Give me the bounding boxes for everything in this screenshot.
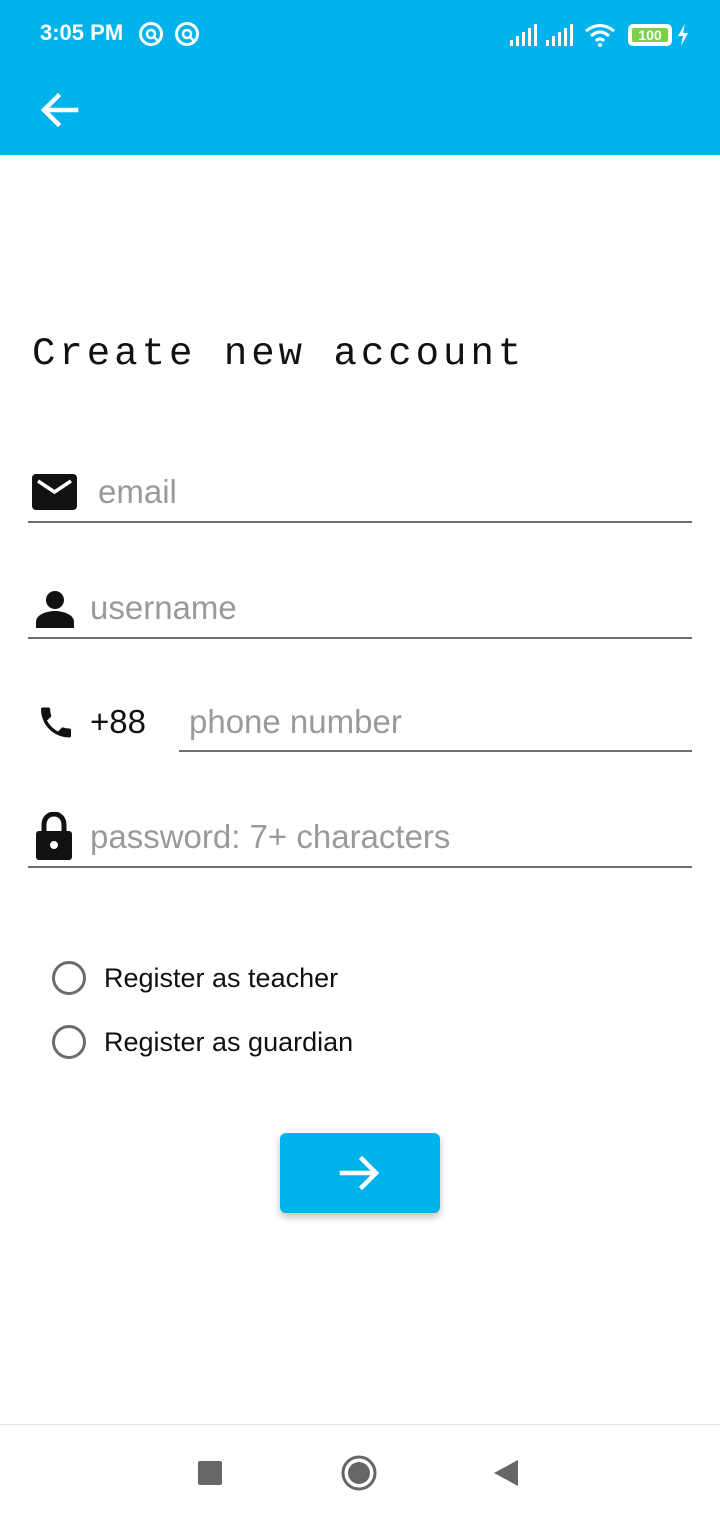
app-bar: [0, 68, 720, 155]
charging-icon: [678, 24, 688, 46]
email-underline: [28, 521, 692, 523]
battery-level: 100: [638, 27, 662, 43]
status-time: 3:05 PM: [40, 20, 124, 45]
recents-square-icon[interactable]: [198, 1461, 222, 1485]
radio-circle-icon[interactable]: [52, 961, 86, 995]
arrow-right-icon: [339, 1155, 380, 1191]
username-underline: [28, 637, 692, 639]
back-button[interactable]: [30, 80, 90, 140]
arrow-left-icon: [40, 92, 79, 128]
home-circle-icon[interactable]: [341, 1455, 377, 1491]
radio-circle-icon[interactable]: [52, 1025, 86, 1059]
page-title: Create new account: [32, 332, 526, 376]
phone-underline: [179, 750, 692, 752]
signal-icon: [546, 24, 573, 46]
battery-icon: 100: [628, 24, 672, 46]
radio-register-guardian[interactable]: Register as guardian: [52, 1020, 353, 1064]
lock-icon: [36, 812, 72, 860]
mail-icon: [32, 474, 77, 510]
wifi-icon: [585, 24, 615, 47]
password-field[interactable]: [90, 805, 688, 869]
phone-number-field[interactable]: [189, 690, 689, 754]
email-field[interactable]: [98, 460, 688, 524]
password-underline: [28, 866, 692, 868]
username-field[interactable]: [90, 576, 688, 640]
radio-label-teacher: Register as teacher: [104, 962, 339, 993]
person-icon: [36, 591, 74, 628]
status-bar: 3:05 PM 100: [0, 0, 720, 68]
notification-icon: [139, 22, 163, 46]
radio-register-teacher[interactable]: Register as teacher: [52, 956, 338, 1000]
phone-icon: [41, 707, 71, 738]
country-code: +88: [90, 703, 146, 740]
notification-icon: [175, 22, 199, 46]
signal-icon: [510, 24, 537, 46]
system-nav-bar: [0, 1424, 720, 1521]
submit-button[interactable]: [280, 1133, 440, 1213]
radio-label-guardian: Register as guardian: [104, 1026, 354, 1057]
back-triangle-icon[interactable]: [494, 1460, 518, 1486]
